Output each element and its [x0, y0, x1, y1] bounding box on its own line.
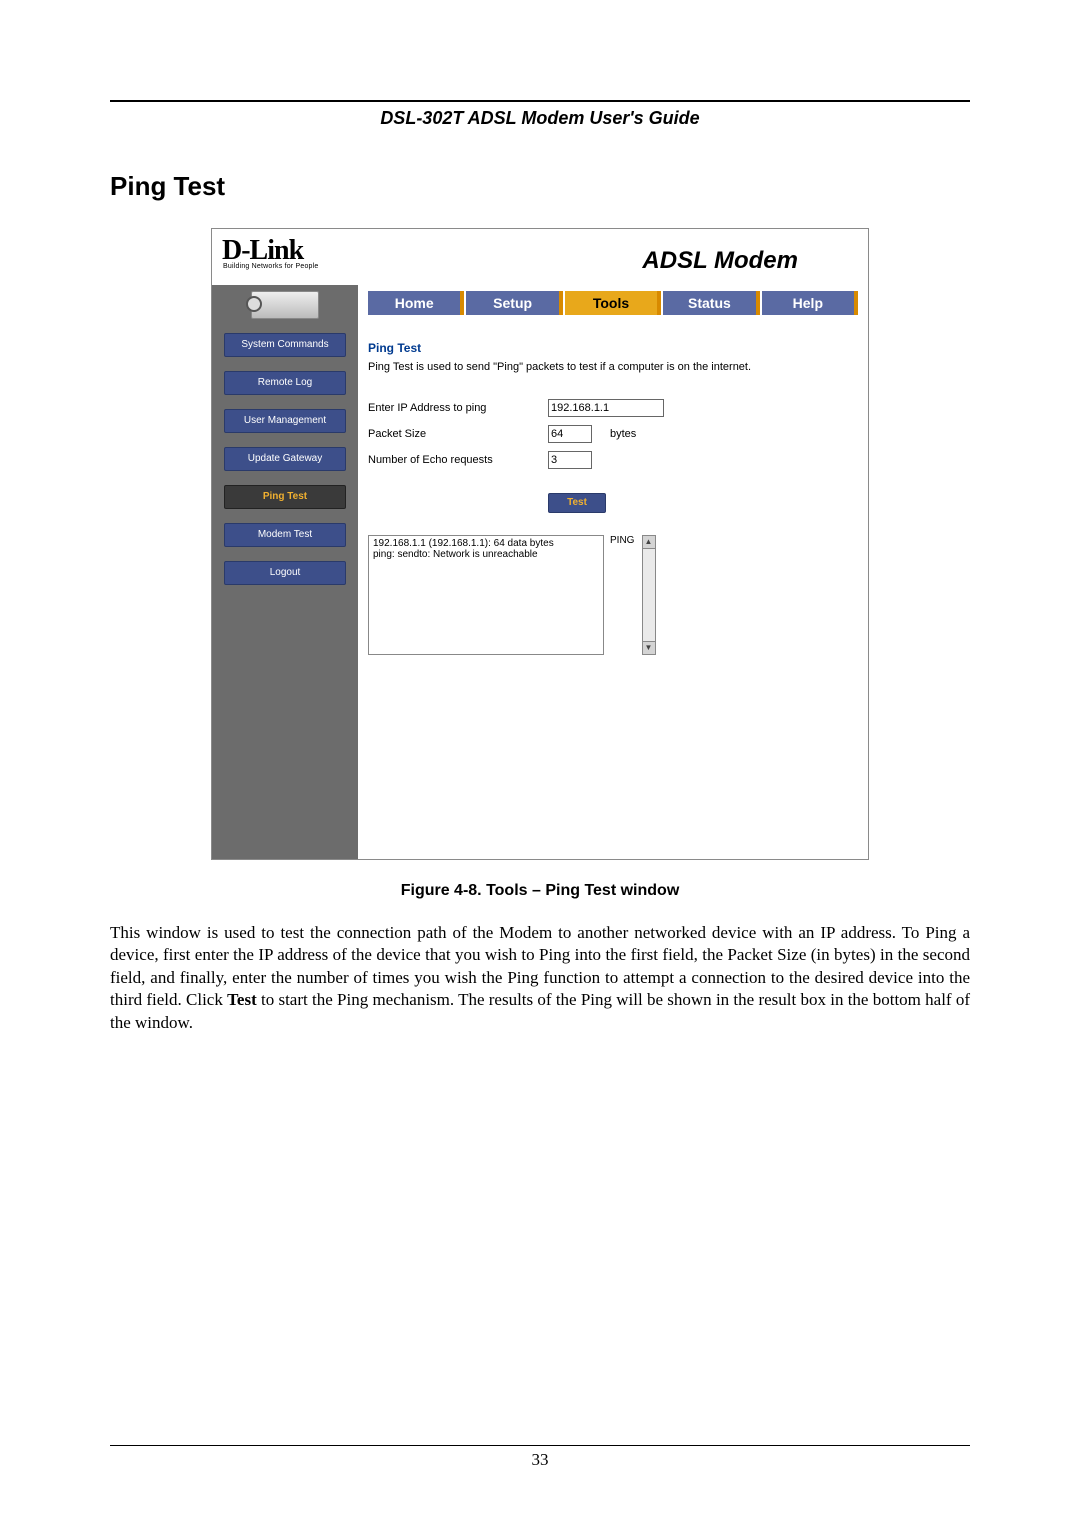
sidebar-item-user-management[interactable]: User Management [224, 409, 346, 433]
sidebar-item-update-gateway[interactable]: Update Gateway [224, 447, 346, 471]
body-text-bold: Test [227, 990, 257, 1009]
product-title: ADSL Modem [642, 247, 798, 275]
result-scrollbar[interactable]: ▲ ▼ [642, 535, 656, 655]
page-number: 33 [110, 1450, 970, 1470]
sidebar-item-system-commands[interactable]: System Commands [224, 333, 346, 357]
label-echo: Number of Echo requests [368, 454, 548, 466]
content-desc: Ping Test is used to send "Ping" packets… [368, 361, 858, 373]
sidebar-item-remote-log[interactable]: Remote Log [224, 371, 346, 395]
sidebar-item-modem-test[interactable]: Modem Test [224, 523, 346, 547]
section-title: Ping Test [110, 171, 970, 202]
dlink-tagline: Building Networks for People [223, 263, 318, 270]
label-ip: Enter IP Address to ping [368, 402, 548, 414]
label-packet-size: Packet Size [368, 428, 548, 440]
main-area: Home Setup Tools Status Help Ping Test P… [358, 285, 868, 859]
tab-setup[interactable]: Setup [466, 291, 562, 315]
result-label: PING [610, 535, 634, 546]
tab-help[interactable]: Help [762, 291, 858, 315]
tab-status[interactable]: Status [663, 291, 759, 315]
scroll-up-icon[interactable]: ▲ [642, 535, 656, 549]
packet-size-suffix: bytes [610, 428, 636, 440]
sidebar: System Commands Remote Log User Manageme… [212, 285, 358, 859]
ip-input[interactable] [548, 399, 664, 417]
clipboard-icon [251, 291, 319, 319]
sidebar-item-ping-test[interactable]: Ping Test [224, 485, 346, 509]
doc-header: DSL-302T ADSL Modem User's Guide [110, 108, 970, 129]
tab-tools[interactable]: Tools [565, 291, 661, 315]
body-paragraph: This window is used to test the connecti… [110, 922, 970, 1034]
tab-home[interactable]: Home [368, 291, 464, 315]
figure-caption: Figure 4-8. Tools – Ping Test window [110, 882, 970, 900]
scroll-down-icon[interactable]: ▼ [642, 641, 656, 655]
test-button[interactable]: Test [548, 493, 606, 513]
router-ui-screenshot: D-Link Building Networks for People ADSL… [211, 228, 869, 860]
packet-size-input[interactable] [548, 425, 592, 443]
echo-input[interactable] [548, 451, 592, 469]
tab-row: Home Setup Tools Status Help [368, 291, 858, 315]
content-title: Ping Test [368, 341, 858, 355]
sidebar-item-logout[interactable]: Logout [224, 561, 346, 585]
result-box: 192.168.1.1 (192.168.1.1): 64 data bytes… [368, 535, 604, 655]
